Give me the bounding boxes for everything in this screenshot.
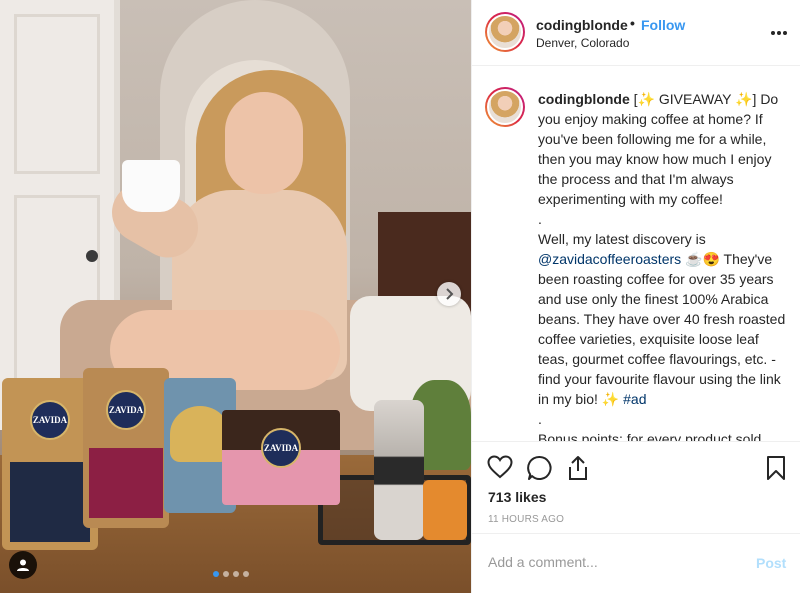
avatar[interactable] xyxy=(485,12,525,52)
save-button[interactable] xyxy=(765,455,793,483)
comment-button[interactable] xyxy=(527,455,555,483)
avatar[interactable] xyxy=(485,87,525,127)
brand-logo: ZAVIDA xyxy=(106,390,146,430)
carousel-next-button[interactable] xyxy=(437,282,461,306)
chevron-right-icon xyxy=(446,288,454,300)
carousel-dot xyxy=(233,571,239,577)
post-photo[interactable]: ZAVIDA ZAVIDA ZAVIDA xyxy=(0,0,471,593)
coffee-grinder xyxy=(374,400,424,540)
woman-face xyxy=(225,92,303,194)
brand-logo: ZAVIDA xyxy=(30,400,70,440)
follow-button[interactable]: Follow xyxy=(641,17,685,33)
heart-icon xyxy=(487,455,513,479)
user-tag-button[interactable] xyxy=(9,551,37,579)
carousel-dot xyxy=(213,571,219,577)
more-options-icon xyxy=(771,31,787,35)
caption-scroll-area[interactable]: codingblonde [✨ GIVEAWAY ✨] Do you enjoy… xyxy=(472,67,800,441)
coffee-bag-raspberry: ZAVIDA xyxy=(83,368,169,528)
post-timestamp[interactable]: 11 HOURS AGO xyxy=(488,514,564,525)
separator-dot: • xyxy=(630,15,635,31)
spice-jar xyxy=(423,480,467,540)
post-actions: 713 likes 11 HOURS AGO xyxy=(472,441,800,533)
comment-icon xyxy=(527,455,552,480)
more-options-button[interactable] xyxy=(770,20,788,41)
like-button[interactable] xyxy=(487,455,515,483)
share-icon xyxy=(569,456,587,480)
bookmark-icon xyxy=(767,456,785,480)
share-button[interactable] xyxy=(566,455,594,483)
post-details-panel: codingblonde • Follow Denver, Colorado c… xyxy=(471,0,800,593)
author-username[interactable]: codingblonde xyxy=(536,17,628,33)
hashtag-link[interactable]: #ad xyxy=(623,391,646,407)
caption-text: codingblonde [✨ GIVEAWAY ✨] Do you enjoy… xyxy=(538,91,786,441)
carousel-dot xyxy=(223,571,229,577)
post-header: codingblonde • Follow Denver, Colorado xyxy=(472,0,800,66)
coffee-pod-box: ZAVIDA xyxy=(222,410,340,505)
carousel-dot xyxy=(243,571,249,577)
comment-input[interactable] xyxy=(488,554,728,570)
caption-username[interactable]: codingblonde xyxy=(538,91,630,107)
mention-link[interactable]: @zavidacoffeeroasters xyxy=(538,251,681,267)
comment-bar: Post xyxy=(472,533,800,593)
user-tag-icon xyxy=(17,559,29,571)
coffee-mug xyxy=(122,160,180,212)
post-comment-button[interactable]: Post xyxy=(756,555,786,571)
brand-logo: ZAVIDA xyxy=(261,428,301,468)
likes-count[interactable]: 713 likes xyxy=(488,489,546,505)
location-link[interactable]: Denver, Colorado xyxy=(536,36,629,50)
carousel-indicator xyxy=(213,571,249,577)
